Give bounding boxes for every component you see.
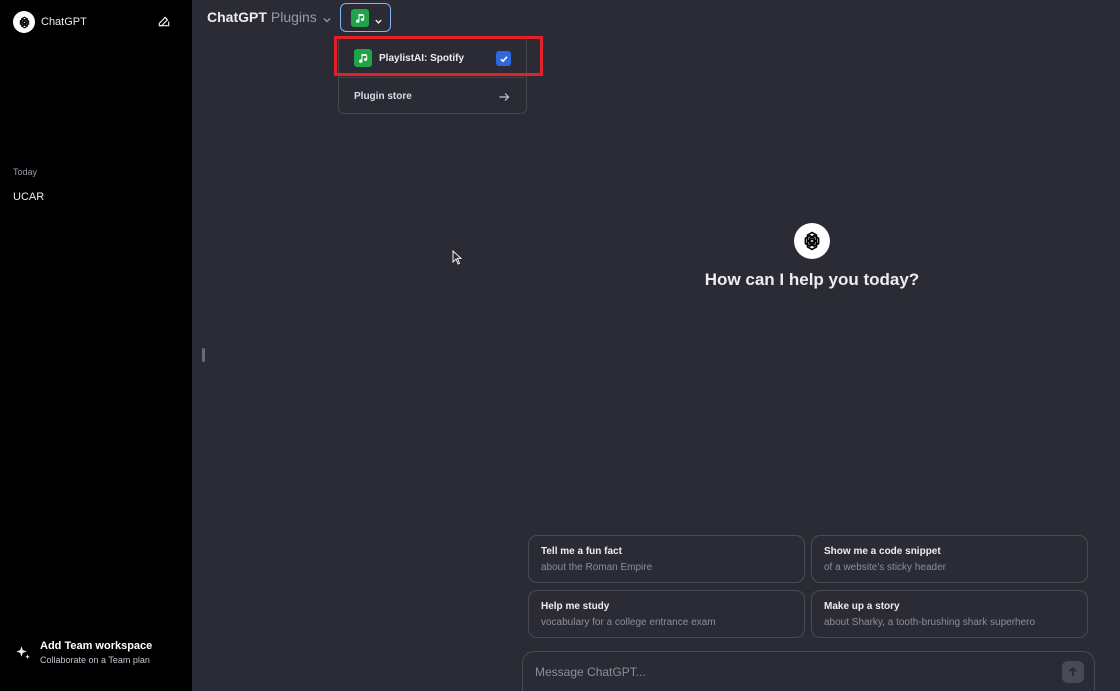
arrow-right-icon [498,90,510,102]
suggestion-card[interactable]: Help me study vocabulary for a college e… [528,590,805,638]
openai-logo-icon [13,11,35,33]
plugin-selector-button[interactable] [340,3,391,32]
add-team-workspace-button[interactable]: Add Team workspace Collaborate on a Team… [14,640,152,665]
plugin-dropdown-menu: PlaylistAI: Spotify Plugin store [338,37,527,114]
arrow-up-icon [1068,666,1078,676]
checkbox-checked-icon[interactable] [496,51,511,66]
plugin-store-item[interactable]: Plugin store [339,78,526,114]
suggestion-title: Show me a code snippet [824,546,941,557]
suggestion-subtitle: vocabulary for a college entrance exam [541,617,716,628]
suggestion-card[interactable]: Tell me a fun fact about the Roman Empir… [528,535,805,583]
suggestion-title: Make up a story [824,601,900,612]
add-team-workspace-subtitle: Collaborate on a Team plan [40,655,150,665]
app-name: ChatGPT [41,16,87,28]
suggestion-subtitle: of a website's sticky header [824,562,946,573]
plugin-option-playlistai[interactable]: PlaylistAI: Spotify [339,40,526,76]
suggestion-subtitle: about Sharky, a tooth-brushing shark sup… [824,617,1036,628]
message-input[interactable] [535,664,1035,679]
greeting-heading: How can I help you today? [704,270,920,289]
add-team-workspace-title: Add Team workspace [40,640,153,652]
model-selector[interactable]: ChatGPT Plugins [207,9,332,25]
suggestion-title: Tell me a fun fact [541,546,622,557]
history-item[interactable]: UCAR [13,191,44,203]
history-section-label: Today [13,167,38,177]
sidebar: ChatGPT Today UCAR Add Team workspace Co… [0,0,192,691]
openai-logo-icon [794,223,830,259]
mouse-cursor-icon [452,249,463,265]
chevron-down-icon [374,13,383,24]
suggestion-title: Help me study [541,601,610,612]
new-chat-edit-icon[interactable] [157,14,171,28]
music-note-icon [351,8,369,27]
sidebar-resize-handle[interactable] [202,348,205,362]
plugin-option-label: PlaylistAI: Spotify [379,52,465,64]
message-composer [522,651,1095,691]
model-name: ChatGPT [207,9,267,25]
suggestion-card[interactable]: Make up a story about Sharky, a tooth-br… [811,590,1088,638]
send-button[interactable] [1062,661,1084,683]
music-note-icon [354,49,372,67]
suggestion-card[interactable]: Show me a code snippet of a website's st… [811,535,1088,583]
plugin-store-label: Plugin store [354,90,412,102]
suggestion-subtitle: about the Roman Empire [541,562,653,573]
model-variant: Plugins [270,9,317,25]
sparkle-icon [14,644,32,662]
sidebar-header[interactable]: ChatGPT [13,10,179,34]
chevron-down-icon [322,12,332,23]
